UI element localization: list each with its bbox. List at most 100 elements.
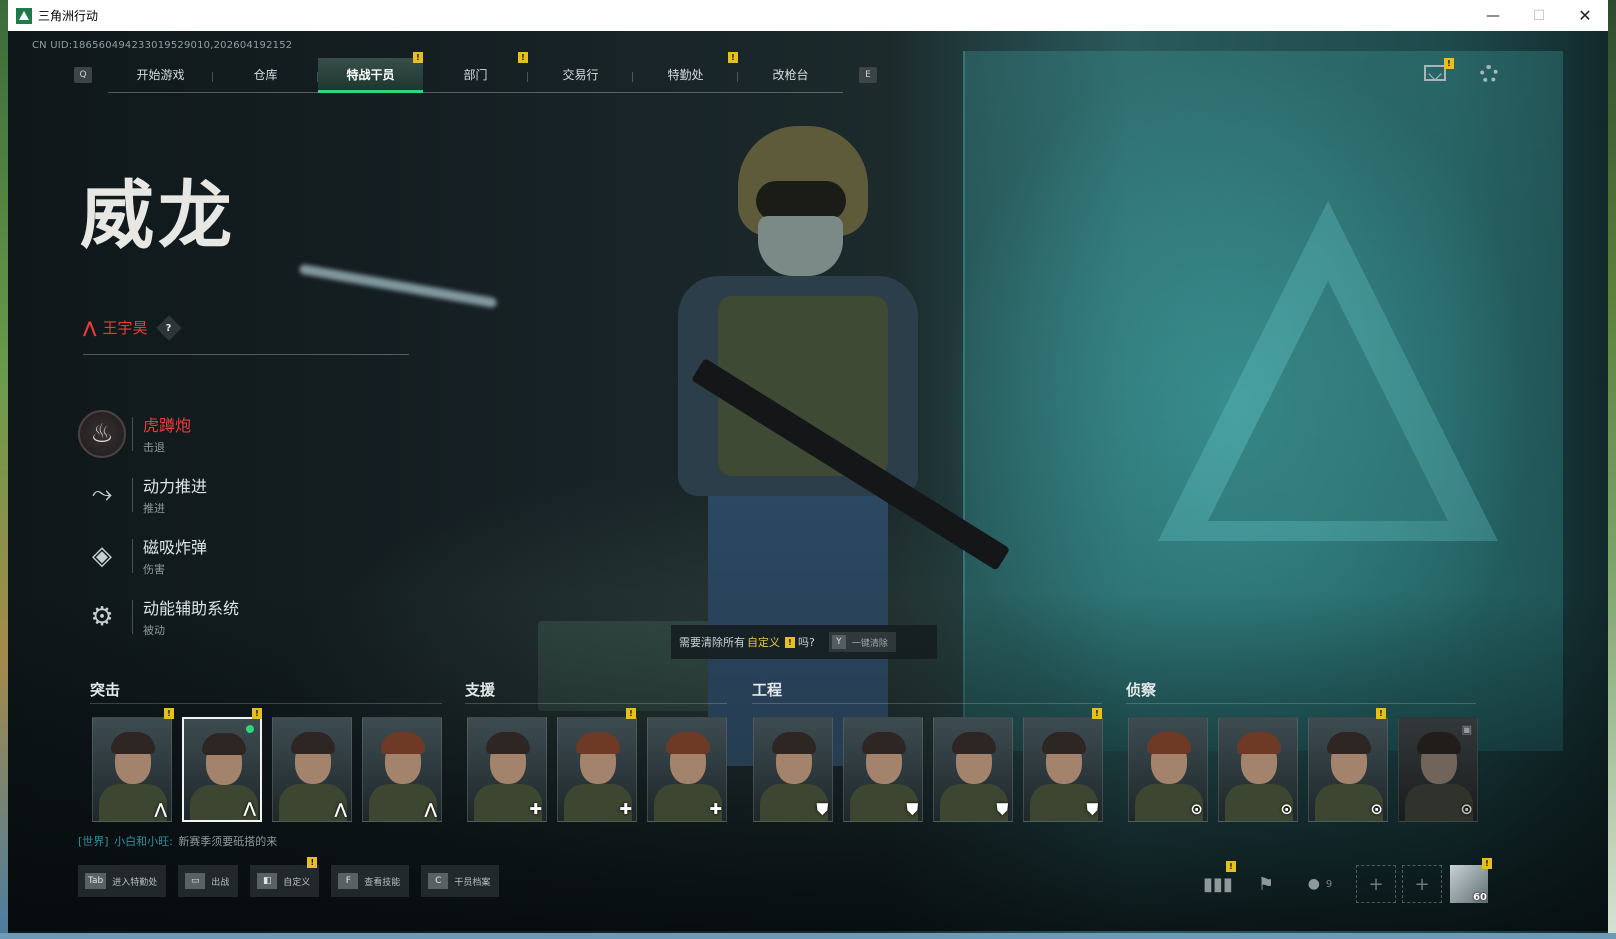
- operator-visor: [756, 181, 846, 221]
- clear-all-button[interactable]: Y 一键清除: [828, 632, 896, 652]
- friends-button[interactable]: ● 9: [1290, 865, 1350, 903]
- operator-portrait-recon-11[interactable]: ⊙: [1128, 717, 1208, 822]
- nav-tab-6[interactable]: 改枪台: [738, 58, 843, 92]
- operator-portrait-engineer-10[interactable]: ⛊: [1023, 717, 1103, 822]
- class-line-recon: [1126, 703, 1476, 704]
- class-label-assault: 突击: [90, 681, 121, 699]
- stats-alert-badge: !: [1226, 861, 1236, 872]
- mail-icon[interactable]: !: [1424, 58, 1454, 81]
- nav-tab-4[interactable]: 交易行: [528, 58, 633, 92]
- portrait-hair: [1327, 732, 1371, 754]
- nav-tab-label: 部门: [463, 68, 488, 82]
- skill-item-1[interactable]: ⤳ 动力推进 推进: [78, 464, 239, 525]
- nav-next-key[interactable]: E: [859, 67, 877, 83]
- action-label: 出战: [211, 877, 230, 888]
- maximize-button[interactable]: ☐: [1516, 0, 1562, 31]
- nav-tabs: 开始游戏 仓库 特战干员! 部门! 交易行 特勤处! 改枪台: [108, 51, 843, 93]
- flag-icon[interactable]: ⚑: [1242, 865, 1290, 903]
- team-slot-1[interactable]: +: [1356, 865, 1396, 903]
- role-support-icon: ✚: [709, 800, 722, 818]
- action-button-2[interactable]: ◧ 自定义!: [250, 857, 320, 897]
- nav-tab-alert-badge: !: [413, 51, 423, 63]
- action-key: ◧: [257, 873, 278, 889]
- help-icon[interactable]: ?: [155, 314, 182, 341]
- skill-name: 动力推进: [143, 477, 208, 496]
- action-button-1[interactable]: ▭ 出战: [178, 865, 239, 897]
- operator-portrait-recon-12[interactable]: ⊙: [1218, 717, 1298, 822]
- portrait-alert-badge: !: [1092, 708, 1102, 719]
- portrait-hair: [952, 732, 996, 754]
- operator-portrait-assault-2[interactable]: ⋀: [272, 717, 352, 822]
- operator-portrait-engineer-9[interactable]: ⛊: [933, 717, 1013, 822]
- role-assault-icon: ⋀: [424, 800, 437, 818]
- operator-portrait-support-5[interactable]: ✚: [557, 717, 637, 822]
- action-button-0[interactable]: Tab 进入特勤处: [78, 865, 167, 897]
- operator-portrait-engineer-7[interactable]: ⛊: [753, 717, 833, 822]
- portrait-hair: [666, 732, 710, 754]
- portrait-alert-badge: !: [1376, 708, 1386, 719]
- nav-tab-5[interactable]: 特勤处!: [633, 51, 738, 92]
- portrait-hair: [381, 732, 425, 754]
- chat-sender: 小白和小旺:: [114, 835, 173, 848]
- dash-icon: ⤳: [91, 479, 113, 509]
- operator-model[interactable]: [638, 126, 1011, 766]
- skill-type: 击退: [143, 441, 165, 454]
- desktop-right-edge: [1608, 0, 1616, 939]
- operator-portrait-support-4[interactable]: ✚: [467, 717, 547, 822]
- skill-item-3[interactable]: ⚙ 动能辅助系统 被动: [78, 586, 239, 647]
- operator-identity: ⋀ 王宇昊 ?: [83, 314, 182, 341]
- minimize-button[interactable]: —: [1470, 0, 1516, 31]
- role-recon-icon: ⊙: [1370, 800, 1383, 818]
- clear-custom-prompt: 需要清除所有 自定义 ! 吗? Y 一键清除: [671, 625, 937, 659]
- operator-portrait-support-6[interactable]: ✚: [647, 717, 727, 822]
- action-label: 干员档案: [454, 877, 491, 888]
- action-alert-badge: !: [307, 857, 318, 868]
- operator-portrait-assault-1[interactable]: ⋀: [182, 717, 262, 822]
- app-logo-icon: [16, 7, 32, 24]
- nav-tab-label: 交易行: [562, 68, 599, 82]
- operator-portrait-recon-14[interactable]: ⊙ ▣: [1398, 717, 1478, 822]
- role-recon-icon: ⊙: [1280, 800, 1293, 818]
- player-avatar[interactable]: 60 !: [1450, 858, 1492, 903]
- skill-divider: [132, 477, 133, 512]
- prompt-highlight: 自定义: [747, 636, 780, 649]
- top-right-icons: !: [1424, 58, 1498, 83]
- operator-portrait-assault-3[interactable]: ⋀: [362, 717, 442, 822]
- nav-tab-0[interactable]: 开始游戏: [108, 58, 213, 92]
- title-bar: 三角洲行动 — ☐ ✕: [8, 0, 1608, 31]
- mortar-icon: ♨: [78, 409, 126, 458]
- operator-portrait-recon-13[interactable]: ⊙: [1308, 717, 1388, 822]
- role-support-icon: ✚: [529, 800, 542, 818]
- skill-item-2[interactable]: ◈ 磁吸炸弹 伤害: [78, 525, 239, 586]
- skill-text: 磁吸炸弹 伤害: [143, 534, 207, 577]
- operator-codename: 威龙: [80, 173, 236, 259]
- portrait-hair: [1417, 732, 1461, 754]
- world-chat[interactable]: [世界] 小白和小旺: 新赛季须要砥搭的来: [78, 833, 277, 849]
- nav-tab-3[interactable]: 部门!: [423, 51, 528, 92]
- nav-prev-key[interactable]: Q: [74, 67, 92, 83]
- action-button-4[interactable]: C 干员档案: [421, 865, 500, 897]
- team-slot-2[interactable]: +: [1402, 865, 1442, 903]
- game-scene: CN UID:18656049423301952901​0,2026041921…: [8, 31, 1608, 933]
- game-window: 三角洲行动 — ☐ ✕ CN UID:18656049423301952901​…: [8, 0, 1608, 933]
- operator-portrait-assault-0[interactable]: ⋀: [92, 717, 172, 822]
- prompt-text-after: 吗?: [798, 636, 815, 649]
- skill-name: 动能辅助系统: [143, 599, 240, 618]
- role-recon-icon: ⊙: [1460, 800, 1473, 818]
- action-label: 查看技能: [364, 877, 401, 888]
- nav-tab-alert-badge: !: [728, 51, 738, 63]
- help-mark: ?: [165, 322, 172, 333]
- close-button[interactable]: ✕: [1562, 0, 1608, 31]
- mail-alert-badge: !: [1444, 58, 1454, 69]
- clear-all-label: 一键清除: [851, 638, 888, 649]
- skill-item-0[interactable]: ♨ 虎蹲炮 击退: [78, 403, 239, 464]
- desktop-left-edge: [0, 0, 8, 939]
- action-button-3[interactable]: F 查看技能: [331, 865, 410, 897]
- gear-icon[interactable]: [1480, 65, 1498, 83]
- skill-list: ♨ 虎蹲炮 击退 ⤳ 动力推进 推进 ◈ 磁吸炸弹 伤害 ⚙ 动能辅助系统 被动: [78, 403, 239, 647]
- nav-tab-1[interactable]: 仓库: [213, 58, 318, 92]
- portrait-hair: [1147, 732, 1191, 754]
- operator-portrait-engineer-8[interactable]: ⛊: [843, 717, 923, 822]
- bar-chart-icon[interactable]: ▮▮▮ !: [1194, 861, 1242, 903]
- nav-tab-2[interactable]: 特战干员!: [318, 51, 423, 93]
